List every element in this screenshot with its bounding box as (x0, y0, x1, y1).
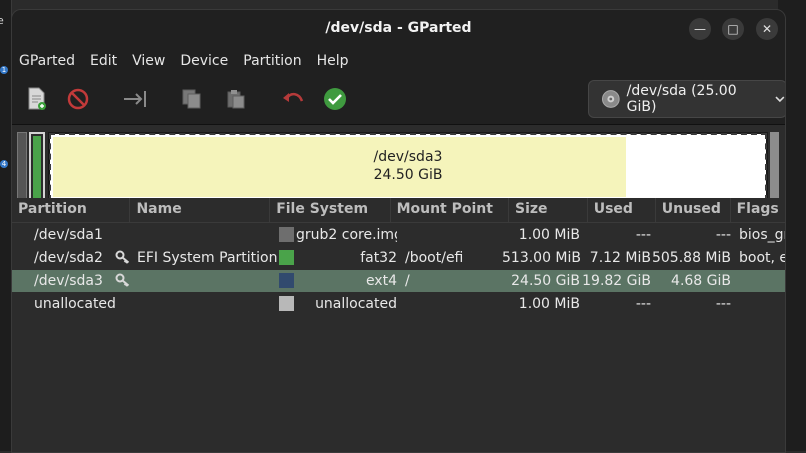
col-name[interactable]: Name (130, 198, 271, 222)
undo-icon (283, 92, 304, 102)
col-mountpoint[interactable]: Mount Point (391, 198, 509, 222)
cell-used: --- (635, 296, 651, 312)
chevron-down-icon (775, 96, 785, 103)
diskmap-sda3-label: /dev/sda3 24.50 GiB (50, 148, 766, 184)
delete-partition-button[interactable] (65, 86, 91, 112)
col-used[interactable]: Used (588, 198, 656, 222)
cell-unused: --- (715, 227, 731, 243)
col-flags[interactable]: Flags (731, 198, 785, 222)
cell-size: 1.00 MiB (518, 227, 580, 243)
gparted-window: /dev/sda - GParted — □ ✕ GParted Edit Vi… (11, 9, 786, 453)
table-row[interactable]: /dev/sda2 EFI System Partition fat32/boot/… (12, 247, 785, 269)
undo-button[interactable] (280, 86, 306, 112)
minimize-icon: — (694, 22, 706, 36)
cell-filesystem: fat32 (360, 250, 397, 266)
close-button[interactable]: ✕ (756, 18, 778, 40)
cell-size: 513.00 MiB (502, 250, 580, 266)
cell-filesystem: ext4 (365, 273, 397, 289)
cell-filesystem: grub2 core.img (296, 227, 397, 243)
dock-glyph: e (0, 14, 4, 27)
cell-mountpoint: /boot/efi (405, 250, 464, 266)
diskmap-unallocated[interactable] (770, 132, 779, 198)
apply-check-icon (324, 88, 346, 110)
menu-gparted[interactable]: GParted (14, 53, 80, 69)
cell-filesystem: unallocated (315, 296, 397, 312)
menu-partition[interactable]: Partition (238, 53, 306, 69)
title-bar: /dev/sda - GParted — □ ✕ (12, 10, 785, 48)
dock-badge: 4 (0, 160, 8, 168)
disk-map: /dev/sda3 24.50 GiB (12, 125, 785, 202)
cell-used: 19.82 GiB (582, 273, 651, 289)
fs-color-swatch (279, 296, 294, 311)
col-filesystem[interactable]: File System (270, 198, 391, 222)
cell-flags: bios_grub (739, 227, 785, 243)
cell-unused: --- (715, 296, 731, 312)
apply-button[interactable] (322, 86, 348, 112)
key-icon (115, 250, 130, 264)
device-selector[interactable]: /dev/sda (25.00 GiB) (588, 80, 785, 118)
minimize-button[interactable]: — (689, 18, 711, 40)
menu-device[interactable]: Device (175, 53, 233, 69)
cell-mountpoint: / (405, 273, 410, 289)
cell-size: 1.00 MiB (518, 296, 580, 312)
cell-size: 24.50 GiB (511, 273, 580, 289)
fs-color-swatch (279, 273, 294, 288)
fs-color-swatch (279, 227, 294, 242)
menu-edit[interactable]: Edit (85, 53, 122, 69)
copy-icon (182, 89, 201, 109)
table-row[interactable]: unallocated unallocated 1.00 MiB --- --- (12, 293, 785, 315)
table-body: /dev/sda1 grub2 core.img 1.00 MiB --- --- bio… (12, 222, 785, 452)
key-icon (115, 273, 130, 287)
col-size[interactable]: Size (509, 198, 588, 222)
diskmap-sda1[interactable] (17, 132, 27, 200)
cell-partition: /dev/sda2 (34, 250, 103, 266)
disk-icon (601, 90, 620, 108)
resize-move-icon (124, 91, 146, 107)
cell-unused: 505.88 MiB (651, 250, 731, 266)
close-icon: ✕ (761, 22, 773, 36)
col-unused[interactable]: Unused (656, 198, 731, 222)
cell-flags: boot, esp (739, 250, 785, 266)
table-row[interactable]: /dev/sda3 ext4 / 24.50 GiB 19.82 GiB 4.68 GiB (12, 270, 785, 292)
diskmap-sda3-name: /dev/sda3 (373, 149, 443, 165)
cell-partition: unallocated (34, 296, 116, 312)
table-row[interactable]: /dev/sda1 grub2 core.img 1.00 MiB --- --- bio… (12, 224, 785, 246)
new-document-icon (28, 87, 46, 110)
diskmap-sda3-size: 24.50 GiB (373, 167, 443, 183)
menu-help[interactable]: Help (312, 53, 354, 69)
device-selector-label: /dev/sda (25.00 GiB) (626, 83, 737, 115)
paste-button[interactable] (223, 86, 249, 112)
diskmap-sda3[interactable]: /dev/sda3 24.50 GiB (48, 132, 768, 202)
menu-view[interactable]: View (127, 53, 170, 69)
new-partition-button[interactable] (24, 86, 50, 112)
col-partition[interactable]: Partition (12, 198, 131, 222)
cell-name: EFI System Partition (137, 250, 277, 266)
diskmap-sda2[interactable] (29, 132, 45, 202)
window-title: /dev/sda - GParted (325, 20, 472, 36)
copy-button[interactable] (179, 86, 205, 112)
cell-partition: /dev/sda1 (34, 227, 103, 243)
maximize-icon: □ (727, 22, 739, 36)
cell-partition: /dev/sda3 (34, 273, 103, 289)
cell-unused: 4.68 GiB (671, 273, 731, 289)
paste-icon (227, 90, 245, 109)
dock-badge: 1 (0, 66, 8, 74)
cell-used: --- (635, 227, 651, 243)
menu-bar: GParted Edit View Device Partition Help (12, 48, 785, 74)
partition-table: Partition Name File System Mount Point S… (12, 198, 785, 452)
fs-color-swatch (279, 250, 294, 265)
cell-used: 7.12 MiB (589, 250, 651, 266)
toolbar: /dev/sda (25.00 GiB) (12, 74, 785, 125)
maximize-button[interactable]: □ (722, 18, 744, 40)
delete-icon (67, 88, 89, 110)
resize-move-button[interactable] (122, 86, 148, 112)
table-header: Partition Name File System Mount Point S… (12, 198, 785, 223)
